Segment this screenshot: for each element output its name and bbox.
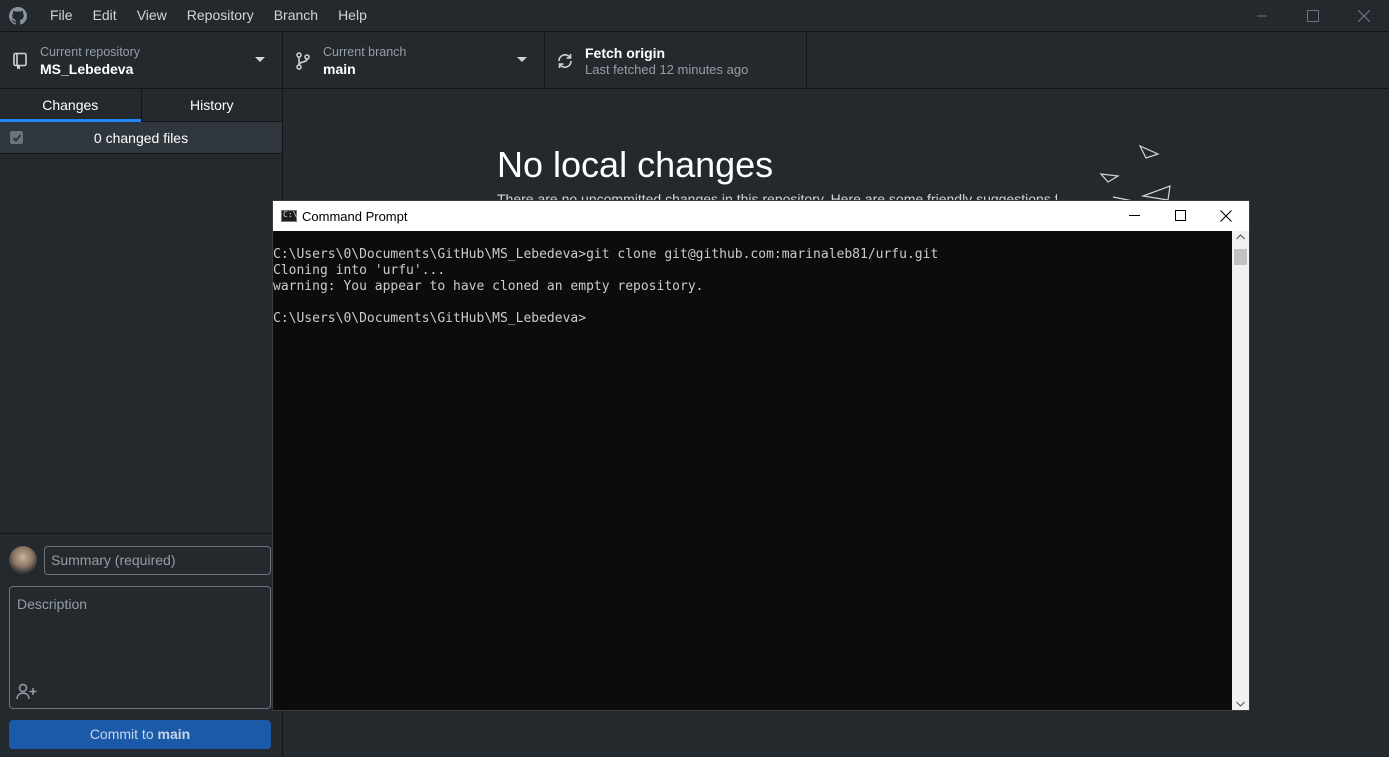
terminal-line: warning: You appear to have cloned an em… <box>273 279 704 294</box>
github-logo-icon <box>0 0 36 31</box>
cmd-window-controls <box>1111 201 1249 230</box>
terminal-prompt-line: C:\Users\0\Documents\GitHub\MS_Lebedeva> <box>273 311 587 326</box>
changed-files-header: 0 changed files <box>0 122 282 154</box>
commit-prefix: Commit to <box>89 726 158 742</box>
fetch-label: Fetch origin <box>585 44 666 61</box>
terminal-icon: C:\ <box>281 210 297 222</box>
scroll-down-icon[interactable] <box>1235 700 1246 708</box>
branch-label: Current branch <box>323 44 407 59</box>
cmd-title: Command Prompt <box>302 208 408 224</box>
repo-label: Current repository <box>40 44 141 59</box>
scroll-up-icon[interactable] <box>1235 233 1246 241</box>
tab-changes[interactable]: Changes <box>0 89 142 122</box>
sidebar-tabs: Changes History <box>0 89 282 122</box>
branch-icon <box>283 51 323 70</box>
repo-icon <box>0 52 40 70</box>
menu-repository[interactable]: Repository <box>177 0 264 31</box>
cmd-close-button[interactable] <box>1203 201 1249 230</box>
current-repository-dropdown[interactable]: Current repository MS_Lebedeva <box>0 32 283 89</box>
sidebar: Changes History 0 changed files Summary … <box>0 89 283 757</box>
commit-form: Summary (required) Description Commit to… <box>0 533 282 757</box>
minimize-icon <box>1256 15 1267 16</box>
repo-name: MS_Lebedeva <box>40 60 134 77</box>
cmd-maximize-button[interactable] <box>1157 201 1203 230</box>
maximize-button[interactable] <box>1287 0 1338 31</box>
maximize-icon <box>1306 9 1319 22</box>
suggestions-text: There are no uncommitted changes in this… <box>497 191 1057 200</box>
changed-files-count: 0 changed files <box>93 129 189 146</box>
cmd-scrollbar[interactable] <box>1232 231 1249 710</box>
fetch-origin-button[interactable]: Fetch origin Last fetched 12 minutes ago <box>545 32 807 89</box>
window-controls <box>1236 0 1389 31</box>
branch-name: main <box>323 60 356 77</box>
maximize-icon <box>1174 210 1186 221</box>
minimize-button[interactable] <box>1236 0 1287 31</box>
terminal-line: C:\Users\0\Documents\GitHub\MS_Lebedeva>… <box>273 247 939 262</box>
select-all-checkbox[interactable] <box>10 131 23 144</box>
tab-history[interactable]: History <box>142 89 283 121</box>
add-coauthor-icon[interactable] <box>16 683 38 704</box>
avatar <box>9 546 37 574</box>
menu-edit[interactable]: Edit <box>83 0 127 31</box>
command-prompt-window[interactable]: C:\ Command Prompt C:\Users\0\Documents\… <box>272 200 1250 711</box>
check-icon <box>12 133 21 142</box>
description-field[interactable]: Description <box>9 586 271 709</box>
chevron-down-icon <box>255 57 265 62</box>
commit-branch: main <box>157 726 191 742</box>
fetch-status: Last fetched 12 minutes ago <box>585 61 749 77</box>
menu-branch[interactable]: Branch <box>264 0 328 31</box>
terminal-output[interactable]: C:\Users\0\Documents\GitHub\MS_Lebedeva>… <box>273 231 1232 710</box>
toolbar: Current repository MS_Lebedeva Current b… <box>0 31 1389 89</box>
chevron-down-icon <box>517 57 527 62</box>
menu-help[interactable]: Help <box>328 0 377 31</box>
close-button[interactable] <box>1338 0 1389 31</box>
summary-input[interactable]: Summary (required) <box>44 546 271 575</box>
menu-bar: File Edit View Repository Branch Help <box>40 0 377 31</box>
minimize-icon <box>1128 215 1140 216</box>
menu-view[interactable]: View <box>127 0 177 31</box>
terminal-line: Cloning into 'urfu'... <box>273 263 446 278</box>
scroll-thumb[interactable] <box>1234 249 1247 265</box>
menu-file[interactable]: File <box>40 0 83 31</box>
current-branch-dropdown[interactable]: Current branch main <box>283 32 545 89</box>
commit-button[interactable]: Commit to main <box>9 720 271 749</box>
close-icon <box>1357 9 1370 22</box>
cmd-minimize-button[interactable] <box>1111 201 1157 230</box>
description-placeholder: Description <box>17 596 88 612</box>
cmd-title-bar[interactable]: C:\ Command Prompt <box>273 201 1249 231</box>
title-bar: File Edit View Repository Branch Help <box>0 0 1389 31</box>
sync-icon <box>545 52 585 70</box>
close-icon <box>1220 209 1232 222</box>
page-title: No local changes <box>497 144 774 185</box>
